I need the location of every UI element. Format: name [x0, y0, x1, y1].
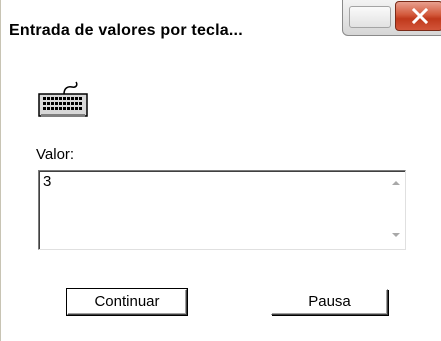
value-input[interactable]: 3: [38, 170, 406, 250]
window-title: Entrada de valores por tecla...: [9, 22, 243, 39]
title-bar[interactable]: Entrada de valores por tecla...: [1, 0, 441, 60]
keyboard-icon: [38, 81, 88, 117]
value-label: Valor:: [36, 146, 75, 163]
dialog-body: Valor: 3 Continuar Pausa: [1, 60, 441, 341]
caption-button-slot: [349, 6, 391, 28]
scroll-down-arrow-icon[interactable]: [391, 232, 401, 238]
vertical-scrollbar[interactable]: [387, 172, 405, 248]
value-text[interactable]: 3: [43, 173, 51, 190]
close-icon: [411, 7, 429, 25]
scroll-up-arrow-icon[interactable]: [391, 180, 401, 186]
dialog-window: Entrada de valores por tecla... Valor: 3…: [0, 0, 441, 341]
continue-button[interactable]: Continuar: [66, 288, 188, 316]
close-button[interactable]: [395, 1, 441, 31]
caption-buttons: [342, 0, 441, 36]
pause-button[interactable]: Pausa: [271, 289, 388, 315]
